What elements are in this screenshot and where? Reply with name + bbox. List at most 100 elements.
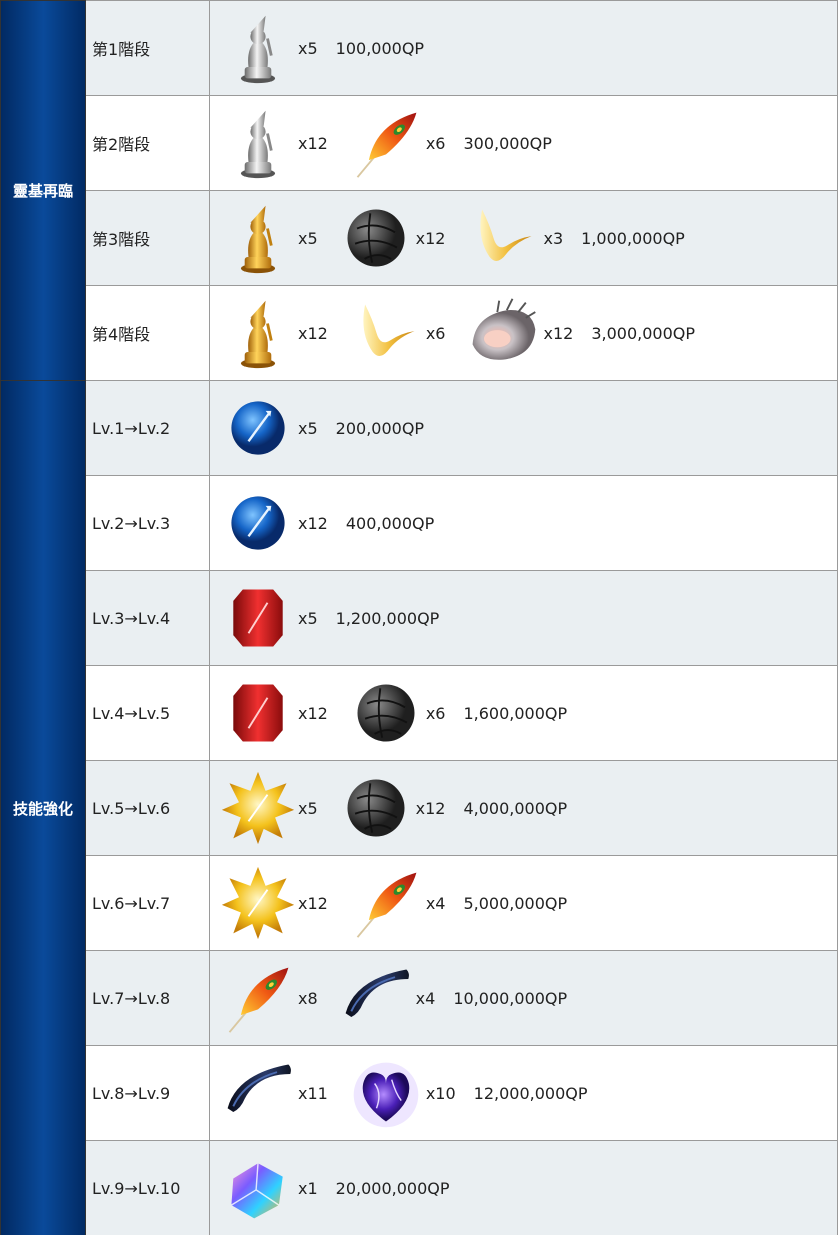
qp-cost: 5,000,000QP [463,893,568,913]
black-claw-icon [336,958,416,1038]
materials-cell: x12 x4 5,000,000QP [209,855,838,951]
materials-cell: x12 400,000QP [209,475,838,571]
material-item: x5 [218,578,318,658]
silver-statue-icon [218,103,298,183]
material-item: x5 [218,198,318,278]
rainbow-crystal-icon [218,1148,298,1228]
gold-star-gem-icon [218,768,298,848]
stage-label: 第2階段 [85,95,210,191]
material-quantity: x11 [298,1083,328,1103]
material-item: x5 [218,768,318,848]
material-item: x4 [346,863,445,943]
qp-cost: 100,000QP [335,38,425,58]
materials-cell: x5 100,000QP [209,0,838,96]
material-quantity: x12 [298,133,328,153]
material-quantity: x12 [298,513,328,533]
table-row: 第2階段 x12 x6 300,000QP [1,95,838,191]
table-row: Lv.4→Lv.5 x12 x6 1,600,000QP [1,665,838,761]
material-quantity: x5 [298,418,318,438]
black-claw-icon [218,1053,298,1133]
material-quantity: x1 [298,1178,318,1198]
material-quantity: x5 [298,798,318,818]
stage-label: Lv.1→Lv.2 [85,380,210,476]
material-quantity: x6 [425,323,446,343]
material-quantity: x6 [425,133,446,153]
material-quantity: x3 [543,228,564,248]
material-quantity: x12 [415,228,446,248]
stage-label: Lv.6→Lv.7 [85,855,210,951]
stage-label: 第3階段 [85,190,210,286]
phoenix-feather-icon [346,863,426,943]
phoenix-feather-icon [346,103,426,183]
black-rock-icon [336,768,416,848]
qp-cost: 400,000QP [345,513,435,533]
table-row: Lv.8→Lv.9 x11 x10 12,000,000QP [1,1045,838,1141]
qp-cost: 3,000,000QP [591,323,695,343]
table-row: 第3階段 x5 x12 x3 1,000,000QP [1,190,838,286]
stage-label: Lv.7→Lv.8 [85,950,210,1046]
qp-cost: 12,000,000QP [473,1083,588,1103]
materials-cell: x5 x12 4,000,000QP [209,760,838,856]
gold-star-gem-icon [218,863,298,943]
material-item: x12 [336,768,446,848]
materials-table: 靈基再臨 第1階段 x5 100,000QP 第2階段 x12 x6 300,000QP 第3階… [0,0,838,1235]
silver-statue-icon [218,8,298,88]
qp-cost: 20,000,000QP [335,1178,450,1198]
materials-cell: x11 x10 12,000,000QP [209,1045,838,1141]
materials-cell: x12 x6 1,600,000QP [209,665,838,761]
stage-label: Lv.8→Lv.9 [85,1045,210,1141]
material-item: x4 [336,958,435,1038]
material-item: x1 [218,1148,318,1228]
material-item: x12 [336,198,446,278]
blue-gem-icon [218,483,298,563]
material-quantity: x8 [298,988,318,1008]
materials-cell: x5 1,200,000QP [209,570,838,666]
table-row: 靈基再臨 第1階段 x5 100,000QP [0,0,838,381]
material-item: x12 [218,103,328,183]
gold-statue-icon [218,293,298,373]
material-item: x6 [346,103,446,183]
material-quantity: x12 [298,703,328,723]
table-row: Lv.2→Lv.3 x12 400,000QP [1,475,838,571]
material-item: x12 [463,293,573,373]
stage-label: 第4階段 [85,285,210,381]
stage-label: Lv.4→Lv.5 [85,665,210,761]
qp-cost: 300,000QP [463,133,552,153]
material-quantity: x5 [298,38,318,58]
material-item: x8 [218,958,318,1038]
material-item: x10 [346,1053,456,1133]
materials-cell: x12 x6 300,000QP [209,95,838,191]
material-item: x12 [218,863,328,943]
purple-heart-icon [346,1053,426,1133]
table-row: Lv.5→Lv.6 x5 x12 4,000,000QP [1,760,838,856]
material-quantity: x12 [415,798,446,818]
material-quantity: x12 [543,323,574,343]
material-item: x3 [463,198,563,278]
black-rock-icon [336,198,416,278]
black-rock-icon [346,673,426,753]
materials-cell: x1 20,000,000QP [209,1140,838,1235]
material-quantity: x5 [298,228,318,248]
stage-label: 第1階段 [85,0,210,96]
red-gem-icon [218,673,298,753]
material-item: x12 [218,483,328,563]
qp-cost: 1,000,000QP [581,228,685,248]
material-quantity: x6 [425,703,446,723]
table-row: Lv.6→Lv.7 x12 x4 5,000,000QP [1,855,838,951]
qp-cost: 1,200,000QP [335,608,440,628]
materials-cell: x8 x4 10,000,000QP [209,950,838,1046]
red-gem-icon [218,578,298,658]
material-item: x5 [218,388,318,468]
stage-label: Lv.9→Lv.10 [85,1140,210,1235]
qp-cost: 1,600,000QP [463,703,568,723]
spiral-shell-icon [463,293,543,373]
phoenix-feather-icon [218,958,298,1038]
golden-fang-icon [346,293,426,373]
table-row: 技能強化 Lv.1→Lv.2 x5 200,000QP [0,380,838,1235]
ascension-group-label: 靈基再臨 [0,0,86,381]
gold-statue-icon [218,198,298,278]
material-quantity: x12 [298,893,328,913]
material-item: x5 [218,8,318,88]
material-item: x11 [218,1053,328,1133]
skill-group-label: 技能強化 [0,380,86,1235]
